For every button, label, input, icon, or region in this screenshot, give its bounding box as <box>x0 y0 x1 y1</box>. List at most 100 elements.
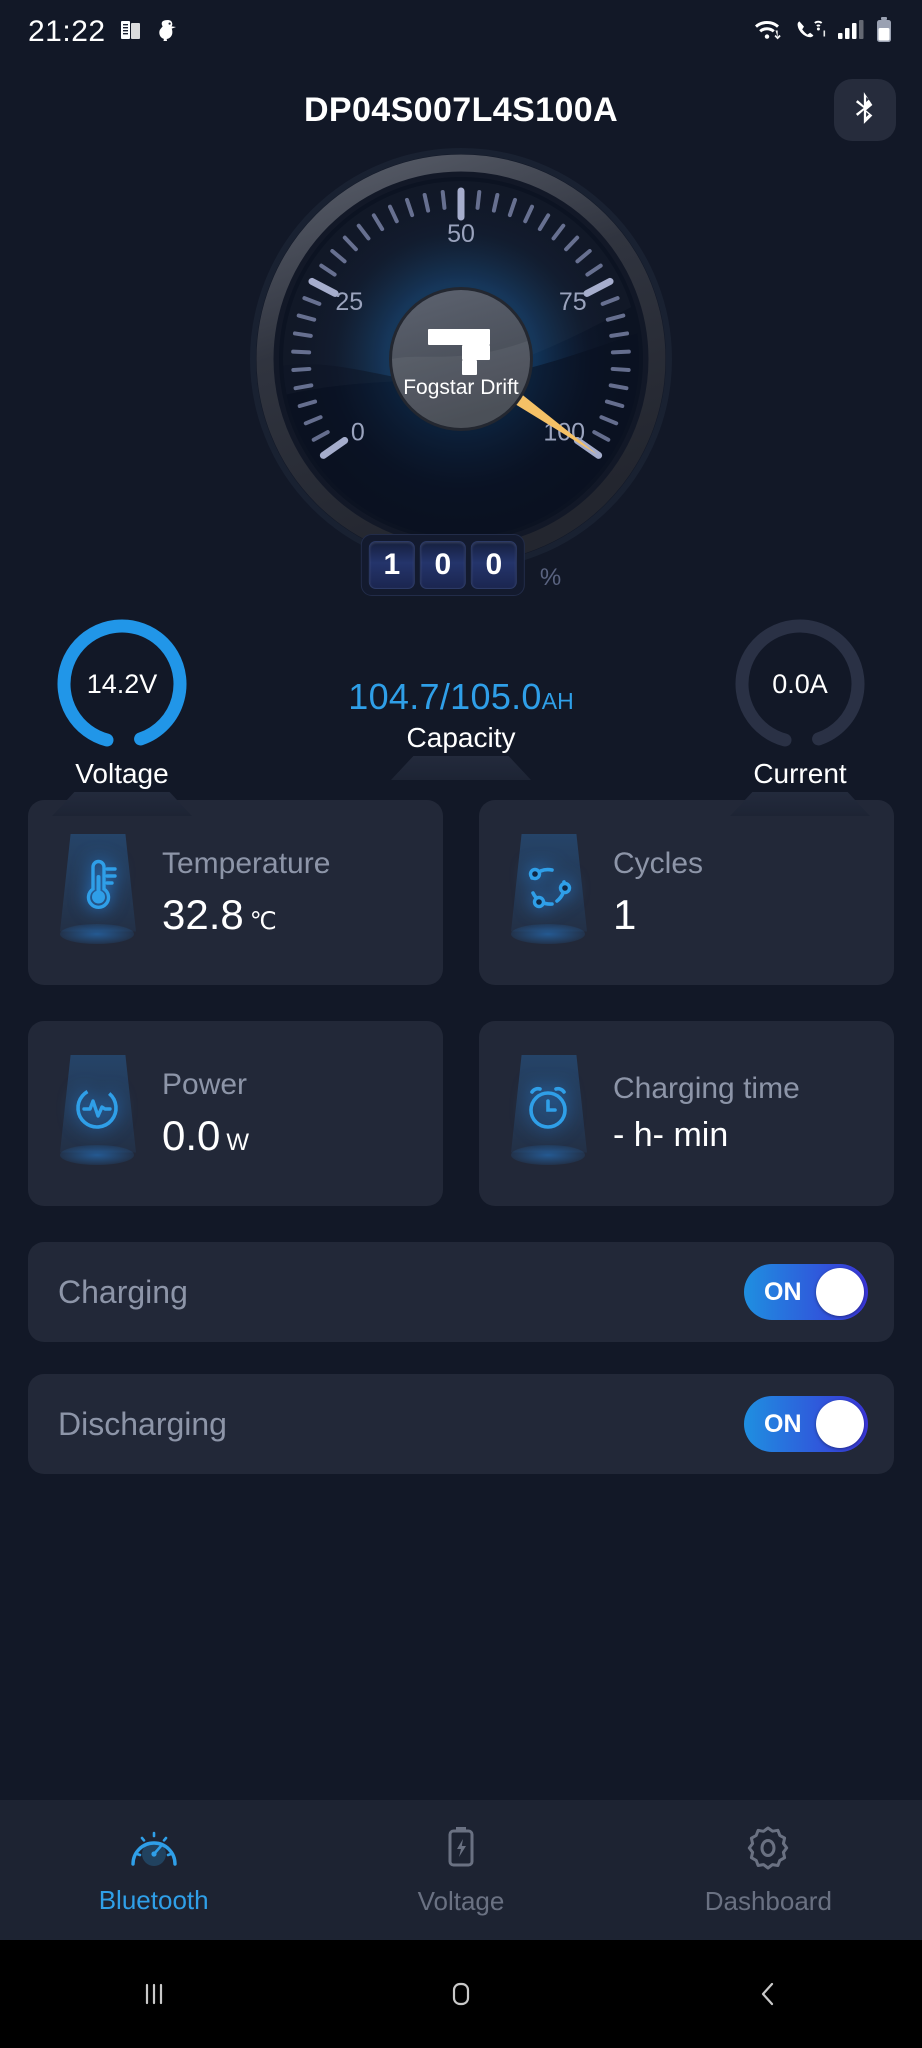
gauge-tick <box>292 331 313 338</box>
battery-percent-display: 1 0 0 % <box>360 534 562 596</box>
nav-tab-voltage[interactable]: Voltage <box>307 1823 614 1917</box>
metric-text: Temperature 32.8 ℃ <box>162 847 330 939</box>
stat-voltage: 14.2V Voltage <box>22 614 222 816</box>
metric-card-row: Power 0.0 W Charging time - h- min <box>28 1021 894 1206</box>
metric-card-power[interactable]: Power 0.0 W <box>28 1021 443 1206</box>
metric-title: Cycles <box>613 846 704 880</box>
thermometer-icon <box>32 828 162 958</box>
gear-icon <box>744 1823 792 1876</box>
page-title: DP04S007L4S100A <box>303 90 619 129</box>
wifi-data-icon <box>753 17 785 48</box>
alarm-clock-icon <box>483 1049 613 1179</box>
gauge-tick <box>610 349 631 355</box>
gauge-tick <box>293 383 314 391</box>
gauge-tick-label: 0 <box>351 418 365 446</box>
voltage-ring: 14.2V <box>52 614 192 754</box>
metric-unit: W <box>226 1128 250 1156</box>
nav-tab-dashboard[interactable]: Dashboard <box>615 1823 922 1917</box>
metric-value: 0.0 <box>162 1111 221 1159</box>
power-pulse-icon <box>32 1049 162 1179</box>
gauge-tick-label: 75 <box>559 288 587 316</box>
nav-tab-bluetooth[interactable]: Bluetooth <box>0 1824 307 1916</box>
back-icon[interactable] <box>615 1977 922 2011</box>
status-bar-right <box>753 16 894 49</box>
discharging-label: Discharging <box>58 1405 227 1442</box>
nav-label-dashboard: Dashboard <box>704 1886 832 1916</box>
capacity-value: 104.7/105.0 <box>348 676 542 717</box>
toggle-knob <box>816 1268 864 1316</box>
voltage-label: Voltage <box>75 758 169 789</box>
metric-unit: ℃ <box>249 907 277 935</box>
metric-card-charging-time[interactable]: Charging time - h- min <box>479 1021 894 1206</box>
gauge-tick <box>291 349 312 355</box>
metric-value-row: - h- min <box>613 1116 800 1155</box>
gauge-tick-label: 50 <box>447 220 475 248</box>
current-ring: 0.0A <box>730 614 870 754</box>
capacity-value-row: 104.7/105.0AH <box>348 676 573 718</box>
metric-value-row: 1 <box>613 891 703 939</box>
switch-row-discharging: Discharging ON <box>28 1374 894 1474</box>
charging-label: Charging <box>58 1273 188 1310</box>
nav-label-bluetooth: Bluetooth <box>98 1885 209 1915</box>
status-bar-left: 21:22 <box>28 15 180 49</box>
stat-capacity: 104.7/105.0AH Capacity <box>311 614 611 780</box>
gauge-tick <box>608 383 629 391</box>
current-value: 0.0A <box>772 668 828 699</box>
metric-text: Power 0.0 W <box>162 1068 249 1160</box>
status-bar-clock: 21:22 <box>28 15 106 48</box>
voltage-value: 14.2V <box>86 668 158 699</box>
gauge-tick <box>291 366 312 372</box>
current-pedestal <box>730 792 870 816</box>
recents-icon[interactable] <box>0 1977 307 2011</box>
bluetooth-icon <box>850 91 880 130</box>
discharging-toggle[interactable]: ON <box>744 1396 868 1452</box>
stat-current: 0.0A Current <box>700 614 900 816</box>
capacity-label: Capacity <box>406 722 516 753</box>
discharging-toggle-state: ON <box>764 1409 802 1438</box>
nav-label-voltage: Voltage <box>417 1886 505 1916</box>
charging-toggle[interactable]: ON <box>744 1264 868 1320</box>
metric-text: Cycles 1 <box>613 847 703 939</box>
capacity-pedestal <box>391 756 531 780</box>
capacity-unit: AH <box>541 688 574 714</box>
switch-row-charging: Charging ON <box>28 1242 894 1342</box>
battery-bolt-icon <box>442 1823 480 1876</box>
toggle-knob <box>816 1400 864 1448</box>
home-icon[interactable] <box>307 1977 614 2011</box>
metric-title: Charging time <box>613 1072 800 1105</box>
metric-card-cycles[interactable]: Cycles 1 <box>479 800 894 985</box>
news-icon <box>118 17 144 48</box>
title-bar: DP04S007L4S100A <box>0 64 922 156</box>
metric-text: Charging time - h- min <box>613 1072 800 1155</box>
battery-icon <box>874 16 894 49</box>
metric-value: - h- min <box>613 1116 729 1154</box>
voltage-pedestal <box>52 792 192 816</box>
percent-symbol: % <box>539 564 562 591</box>
bottom-navigation: Bluetooth Voltage Dashboard <box>0 1800 922 1940</box>
metric-card-temperature[interactable]: Temperature 32.8 ℃ <box>28 800 443 985</box>
metric-card-row: Temperature 32.8 ℃ Cycles 1 <box>28 800 894 985</box>
current-label: Current <box>753 758 847 789</box>
signal-bars-icon <box>837 17 865 48</box>
bluetooth-button[interactable] <box>834 79 896 141</box>
switch-list: Charging ON Discharging ON <box>0 1242 922 1474</box>
stats-row: 14.2V Voltage 104.7/105.0AH Capacity 0.0… <box>0 614 922 816</box>
gauge-tick <box>610 366 631 372</box>
gauge-brand-label: Fogstar Drift <box>403 376 519 399</box>
percent-digit: 1 <box>368 541 415 589</box>
gauge-section: 0255075100 Fogstar Drift 1 0 0 % <box>0 148 922 626</box>
battery-level-gauge: 0255075100 Fogstar Drift <box>250 148 672 570</box>
percent-digit: 0 <box>470 541 517 589</box>
charging-toggle-state: ON <box>764 1277 802 1306</box>
android-navigation-bar <box>0 1940 922 2048</box>
cycle-icon <box>483 828 613 958</box>
status-bar: 21:22 <box>0 0 922 64</box>
percent-digit: 0 <box>419 541 466 589</box>
metric-value-row: 32.8 ℃ <box>162 891 330 939</box>
speedometer-icon <box>128 1824 180 1875</box>
gauge-tick <box>609 331 630 338</box>
wifi-calling-icon <box>794 17 828 48</box>
digit-frame: 1 0 0 <box>360 534 525 596</box>
metric-value-row: 0.0 W <box>162 1112 249 1160</box>
gauge-tick <box>475 189 482 210</box>
